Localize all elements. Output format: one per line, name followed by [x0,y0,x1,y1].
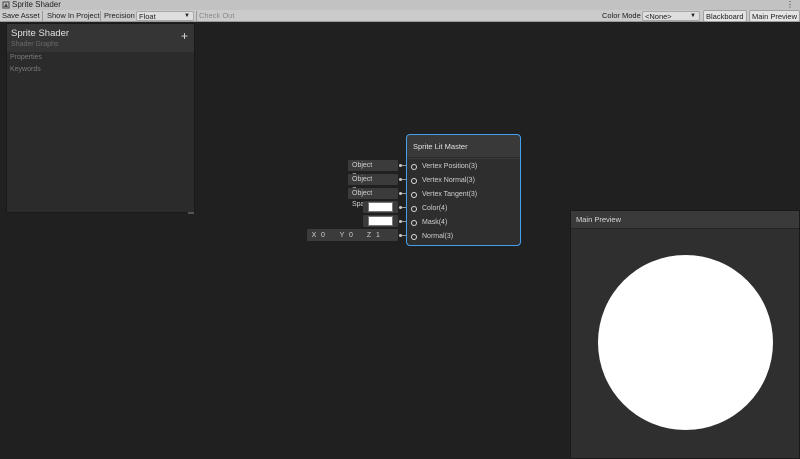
normal-x-field[interactable]: X 0 [309,230,339,241]
blackboard-panel[interactable]: Sprite Shader Shader Graphs + Properties… [6,23,195,214]
blackboard-subtitle: Shader Graphs [11,41,59,48]
port-label: Color(4) [422,205,448,212]
port-connector-icon[interactable] [411,234,417,240]
preview-sphere[interactable] [598,255,773,430]
keywords-section[interactable]: Keywords [10,66,41,73]
z-label: Z [364,230,374,241]
chevron-down-icon: ▼ [690,13,696,19]
blackboard-toggle-button[interactable]: Blackboard [703,10,747,22]
port-label: Vertex Normal(3) [422,177,475,184]
vertex-position-space-field[interactable]: Object Space [348,160,398,180]
save-asset-button[interactable]: Save Asset [0,10,42,22]
color-mode-label: Color Mode [602,11,641,20]
y-label: Y [337,230,347,241]
vertex-tangent-space-field[interactable]: Object Space [348,188,398,208]
properties-section[interactable]: Properties [10,54,42,61]
node-title: Sprite Lit Master [413,142,468,151]
chevron-down-icon: ▼ [184,13,190,19]
window-title-bar: Sprite Shader ⋮ [0,0,800,10]
port-connector-icon[interactable] [411,206,417,212]
add-property-button[interactable]: + [181,30,188,42]
toolbar-separator [100,11,101,21]
shader-graph-window: Sprite Shader ⋮ Save Asset Show In Proje… [0,0,800,459]
toolbar: Save Asset Show In Project Precision Flo… [0,10,800,22]
node-header[interactable]: Sprite Lit Master [407,135,520,158]
port-label: Mask(4) [422,219,448,226]
resize-handle[interactable] [188,212,194,214]
unity-shader-icon [2,1,10,9]
color-swatch[interactable] [368,202,393,212]
port-connector-icon[interactable] [411,192,417,198]
port-connector-icon[interactable] [411,178,417,184]
blackboard-title: Sprite Shader [11,28,70,39]
color-mode-value: <None> [645,12,672,21]
main-preview-title: Main Preview [576,215,622,224]
normal-y-field[interactable]: Y 0 [337,230,367,241]
main-preview-header[interactable]: Main Preview [571,211,799,229]
precision-value: Float [139,12,156,21]
precision-label: Precision [104,11,135,20]
port-label: Vertex Tangent(3) [422,191,478,198]
kebab-menu-icon[interactable]: ⋮ [786,0,794,10]
mask-swatch[interactable] [368,216,393,226]
x-label: X [309,230,319,241]
z-value: 1 [376,232,380,239]
color-mode-dropdown[interactable]: <None> ▼ [642,11,700,21]
node-ports: Vertex Position(3) Vertex Normal(3) Vert… [407,159,520,245]
toolbar-separator [42,11,43,21]
color-input-box [363,201,398,213]
vertex-normal-space-field[interactable]: Object Space [348,174,398,194]
show-in-project-button[interactable]: Show In Project [45,10,102,22]
window-title: Sprite Shader [12,0,61,9]
port-label: Normal(3) [422,233,454,240]
blackboard-header: Sprite Shader Shader Graphs + [7,24,194,52]
main-preview-panel[interactable]: Main Preview [570,210,800,459]
precision-dropdown[interactable]: Float ▼ [136,11,194,21]
check-out-button[interactable]: Check Out [197,10,236,22]
main-preview-toggle-button[interactable]: Main Preview [749,10,800,22]
normal-z-field[interactable]: Z 1 [364,230,394,241]
port-connector-icon[interactable] [411,164,417,170]
mask-input-box [363,215,398,227]
port-label: Vertex Position(3) [422,163,478,170]
port-connector-icon[interactable] [411,220,417,226]
sprite-lit-master-node[interactable]: Sprite Lit Master Vertex Position(3) Ver… [406,134,521,246]
